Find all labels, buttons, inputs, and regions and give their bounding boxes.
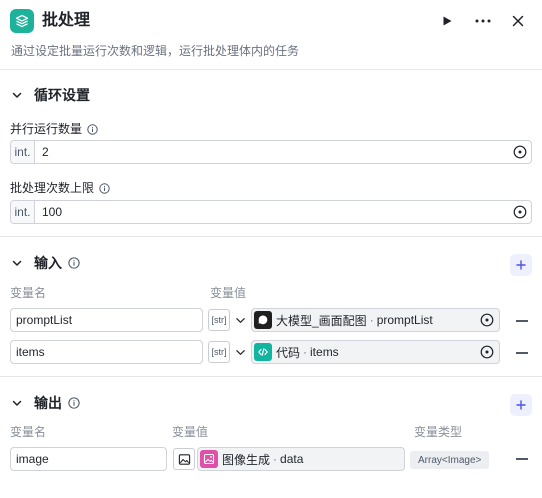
divider: [0, 236, 542, 237]
ref-node-name: 代码: [276, 345, 301, 360]
divider: [0, 376, 542, 377]
remove-input-button[interactable]: [516, 320, 528, 322]
input-var-name-field[interactable]: items: [10, 340, 203, 364]
section-outputs[interactable]: 输出: [10, 393, 80, 413]
variable-select-icon[interactable]: [509, 205, 531, 219]
input-var-name-field[interactable]: promptList: [10, 308, 203, 332]
variable-select-icon[interactable]: [480, 345, 494, 359]
label-text: 批处理次数上限: [10, 181, 95, 195]
ref-var-name: items: [310, 345, 339, 359]
separator-dot: ·: [303, 345, 308, 359]
info-icon[interactable]: [68, 257, 80, 269]
input-value[interactable]: 100: [35, 205, 509, 219]
play-icon[interactable]: [434, 8, 460, 34]
chevron-down-icon[interactable]: [232, 315, 248, 326]
image-gen-icon: [200, 450, 218, 468]
section-title: 输入: [34, 255, 62, 271]
node-title: 批处理: [42, 12, 91, 29]
label-text: 并行运行数量: [10, 122, 83, 136]
input-value[interactable]: 2: [35, 145, 509, 159]
image-type-icon[interactable]: [173, 448, 195, 470]
type-select[interactable]: [str]: [208, 308, 248, 332]
type-badge: [str]: [208, 309, 230, 331]
info-icon[interactable]: [68, 397, 80, 409]
llm-icon: [254, 311, 272, 329]
output-var-name-field[interactable]: image: [10, 447, 167, 471]
node-description: 通过设定批量运行次数和逻辑，运行批处理体内的任务: [11, 44, 300, 58]
type-select[interactable]: [str]: [208, 340, 248, 364]
batch-limit-input[interactable]: int. 100: [10, 200, 532, 224]
section-inputs[interactable]: 输入: [10, 253, 80, 273]
batch-limit-label: 批处理次数上限: [10, 180, 110, 196]
separator-dot: ·: [273, 452, 278, 466]
parallel-count-input[interactable]: int. 2: [10, 140, 532, 164]
variable-reference[interactable]: 大模型_画面配图 · promptList: [251, 308, 500, 332]
section-title: 循环设置: [34, 87, 90, 103]
info-icon[interactable]: [87, 123, 98, 135]
col-header-name: 变量名: [10, 425, 47, 439]
more-icon[interactable]: [470, 8, 496, 34]
parallel-count-label: 并行运行数量: [10, 121, 98, 137]
section-loop-settings[interactable]: 循环设置: [10, 85, 90, 105]
chevron-down-icon[interactable]: [232, 347, 248, 358]
remove-output-button[interactable]: [516, 458, 528, 460]
col-header-value: 变量值: [172, 425, 209, 439]
col-header-name: 变量名: [10, 286, 47, 300]
chevron-down-icon[interactable]: [10, 396, 24, 410]
ref-var-name: promptList: [376, 313, 433, 327]
type-prefix: int.: [11, 201, 35, 223]
variable-reference[interactable]: 代码 · items: [251, 340, 500, 364]
type-badge: [str]: [208, 341, 230, 363]
chevron-down-icon[interactable]: [10, 88, 24, 102]
add-input-button[interactable]: [510, 254, 532, 276]
node-header: 批处理 通过设定批量运行次数和逻辑，运行批处理体内的任务: [0, 0, 542, 70]
variable-select-icon[interactable]: [480, 313, 494, 327]
chevron-down-icon[interactable]: [10, 256, 24, 270]
ref-var-name: data: [280, 452, 304, 466]
output-type-badge: Array<Image>: [410, 451, 490, 469]
close-icon[interactable]: [505, 8, 531, 34]
separator-dot: ·: [369, 313, 374, 327]
remove-input-button[interactable]: [516, 352, 528, 354]
info-icon[interactable]: [99, 182, 110, 194]
ref-node-name: 大模型_画面配图: [276, 313, 367, 328]
ref-node-name: 图像生成: [222, 452, 271, 467]
add-output-button[interactable]: [510, 394, 532, 416]
batch-layers-icon: [10, 9, 34, 33]
variable-select-icon[interactable]: [509, 145, 531, 159]
variable-reference[interactable]: 图像生成 · data: [197, 447, 405, 471]
col-header-value: 变量值: [210, 286, 247, 300]
type-prefix: int.: [11, 141, 35, 163]
col-header-type: 变量类型: [414, 425, 463, 439]
code-icon: [254, 343, 272, 361]
section-title: 输出: [34, 395, 62, 411]
